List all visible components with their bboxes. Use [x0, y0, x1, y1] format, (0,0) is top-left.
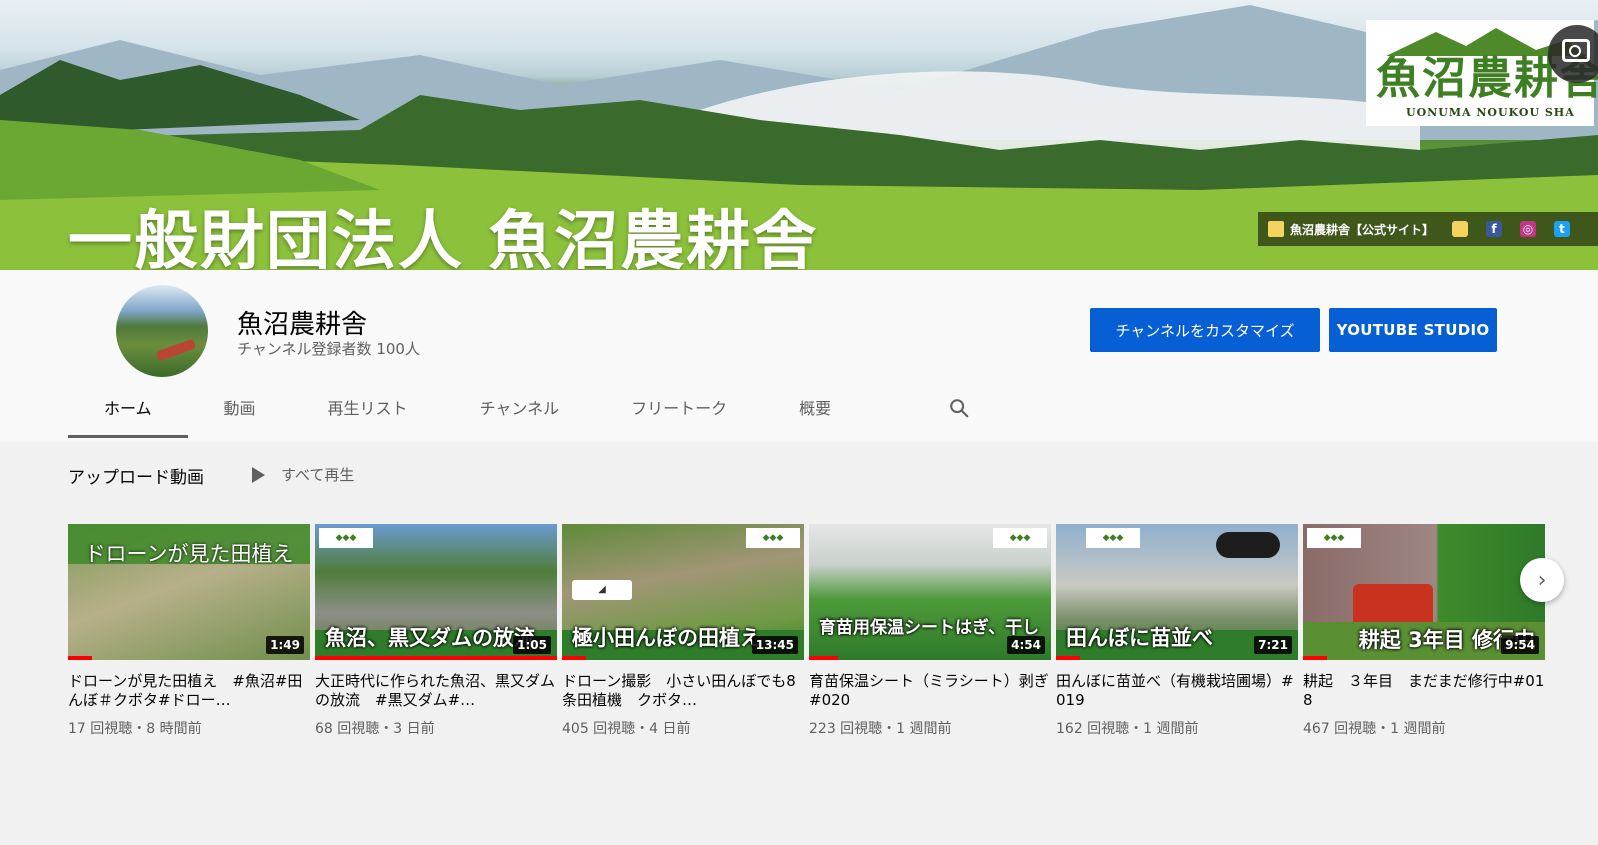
video-meta: 162 回視聴・1 週間前	[1056, 721, 1199, 737]
video-card[interactable]: ◆◆◆ ◢ 極小田んぼの田植え 13:45 ドローン撮影 小さい田んぼでも8条田…	[562, 524, 804, 738]
video-duration: 13:45	[751, 636, 798, 654]
drone-badge: ◢	[572, 580, 632, 600]
edit-banner-camera-icon[interactable]	[1548, 25, 1598, 83]
tab-playlists[interactable]: 再生リスト	[292, 388, 444, 438]
video-thumbnail[interactable]: ◆◆◆ ◢ 極小田んぼの田植え 13:45	[562, 524, 804, 660]
tab-community[interactable]: フリートーク	[595, 388, 763, 438]
channel-links-bar: 魚沼農耕舎【公式サイト】 f ◎ t	[1258, 212, 1598, 246]
video-meta: 405 回視聴・4 日前	[562, 721, 691, 737]
thumbnail-text: 育苗用保温シートはぎ、干し	[819, 618, 1040, 638]
thumbnail-text: ドローンが見た田植え	[84, 542, 294, 566]
play-all-button[interactable]: すべて再生	[252, 464, 354, 485]
video-meta: 467 回視聴・1 週間前	[1303, 721, 1446, 737]
channel-name: 魚沼農耕舎	[237, 310, 368, 340]
thumbnail-logo: ◆◆◆	[1307, 528, 1361, 548]
avatar[interactable]	[116, 285, 208, 377]
customize-channel-button[interactable]: チャンネルをカスタマイズ	[1090, 308, 1320, 352]
twitter-icon[interactable]: t	[1554, 221, 1571, 237]
watch-progress	[1056, 656, 1081, 660]
banner-title: 一般財団法人 魚沼農耕舎	[68, 205, 819, 270]
tab-about[interactable]: 概要	[763, 388, 867, 438]
video-card[interactable]: ドローンが見た田植え 1:49 ドローンが見た田植え #魚沼#田んぼ＃クボタ#ド…	[68, 524, 310, 738]
video-thumbnail[interactable]: ◆◆◆ 魚沼、黒又ダムの放流 1:05	[315, 524, 557, 660]
watch-progress	[1303, 656, 1328, 660]
channel-header: 魚沼農耕舎 チャンネル登録者数 100人 チャンネルをカスタマイズ YOUTUB…	[0, 270, 1598, 442]
video-duration: 7:21	[1254, 636, 1292, 654]
channel-banner: 一般財団法人 魚沼農耕舎 魚沼農耕舎 UONUMA NOUKOU SHA 魚沼農…	[0, 0, 1598, 270]
watch-progress	[315, 656, 557, 660]
speech-bubble	[1216, 532, 1280, 558]
video-title[interactable]: 育苗保温シート（ミラシート）剥ぎ #020	[809, 672, 1051, 710]
video-thumbnail[interactable]: ◆◆◆ 耕起 3年目 修行中 9:54	[1303, 524, 1545, 660]
search-icon[interactable]	[948, 397, 970, 419]
video-duration: 4:54	[1007, 636, 1045, 654]
video-title[interactable]: 大正時代に作られた魚沼、黒又ダムの放流 #黒又ダム#…	[315, 672, 557, 710]
facebook-icon[interactable]: f	[1486, 221, 1503, 237]
spark-icon	[1268, 221, 1284, 237]
video-card[interactable]: ◆◆◆ 耕起 3年目 修行中 9:54 耕起 ３年目 まだまだ修行中#018 4…	[1303, 524, 1545, 738]
tab-videos[interactable]: 動画	[188, 388, 292, 438]
play-all-label: すべて再生	[281, 466, 355, 484]
video-card[interactable]: ◆◆◆ 田んぼに苗並べ 7:21 田んぼに苗並べ（有機栽培圃場）#019 162…	[1056, 524, 1298, 738]
channel-tabs: ホーム 動画 再生リスト チャンネル フリートーク 概要	[68, 388, 867, 442]
thumbnail-logo: ◆◆◆	[319, 528, 373, 548]
video-thumbnail[interactable]: ◆◆◆ 田んぼに苗並べ 7:21	[1056, 524, 1298, 660]
tab-home[interactable]: ホーム	[68, 388, 188, 438]
video-title[interactable]: ドローンが見た田植え #魚沼#田んぼ＃クボタ#ドロー…	[68, 672, 310, 710]
video-shelf: ドローンが見た田植え 1:49 ドローンが見た田植え #魚沼#田んぼ＃クボタ#ド…	[68, 524, 1598, 744]
section-title[interactable]: アップロード動画	[68, 463, 204, 488]
video-meta: 17 回視聴・8 時間前	[68, 721, 202, 737]
video-title[interactable]: 耕起 ３年目 まだまだ修行中#018	[1303, 672, 1545, 710]
watch-progress	[562, 656, 587, 660]
video-meta: 68 回視聴・3 日前	[315, 721, 435, 737]
video-card[interactable]: ◆◆◆ 育苗用保温シートはぎ、干し 4:54 育苗保温シート（ミラシート）剥ぎ …	[809, 524, 1051, 738]
logo-subtext: UONUMA NOUKOU SHA	[1406, 106, 1575, 119]
thumbnail-logo: ◆◆◆	[1086, 528, 1140, 548]
video-meta: 223 回視聴・1 週間前	[809, 721, 952, 737]
thumbnail-logo: ◆◆◆	[746, 528, 800, 548]
youtube-studio-button[interactable]: YOUTUBE STUDIO	[1329, 308, 1497, 352]
video-duration: 1:05	[513, 636, 551, 654]
video-duration: 9:54	[1501, 636, 1539, 654]
thumbnail-logo: ◆◆◆	[993, 528, 1047, 548]
video-title[interactable]: ドローン撮影 小さい田んぼでも8条田植機 クボタ…	[562, 672, 804, 710]
video-duration: 1:49	[266, 636, 304, 654]
watch-progress	[809, 656, 839, 660]
watch-progress	[68, 656, 93, 660]
spark-link-icon[interactable]	[1452, 221, 1469, 237]
video-thumbnail[interactable]: ◆◆◆ 育苗用保温シートはぎ、干し 4:54	[809, 524, 1051, 660]
subscriber-count: チャンネル登録者数 100人	[237, 340, 420, 358]
video-card[interactable]: ◆◆◆ 魚沼、黒又ダムの放流 1:05 大正時代に作られた魚沼、黒又ダムの放流 …	[315, 524, 557, 738]
tab-channels[interactable]: チャンネル	[444, 388, 596, 438]
home-content: アップロード動画 すべて再生 ドローンが見た田植え 1:49 ドローンが見た田植…	[0, 442, 1598, 845]
video-title[interactable]: 田んぼに苗並べ（有機栽培圃場）#019	[1056, 672, 1298, 710]
shelf-next-chevron-right-icon[interactable]: ›	[1520, 558, 1564, 602]
official-site-link[interactable]: 魚沼農耕舎【公式サイト】	[1290, 221, 1434, 238]
video-thumbnail[interactable]: ドローンが見た田植え 1:49	[68, 524, 310, 660]
play-icon	[252, 466, 265, 483]
instagram-icon[interactable]: ◎	[1520, 221, 1537, 237]
